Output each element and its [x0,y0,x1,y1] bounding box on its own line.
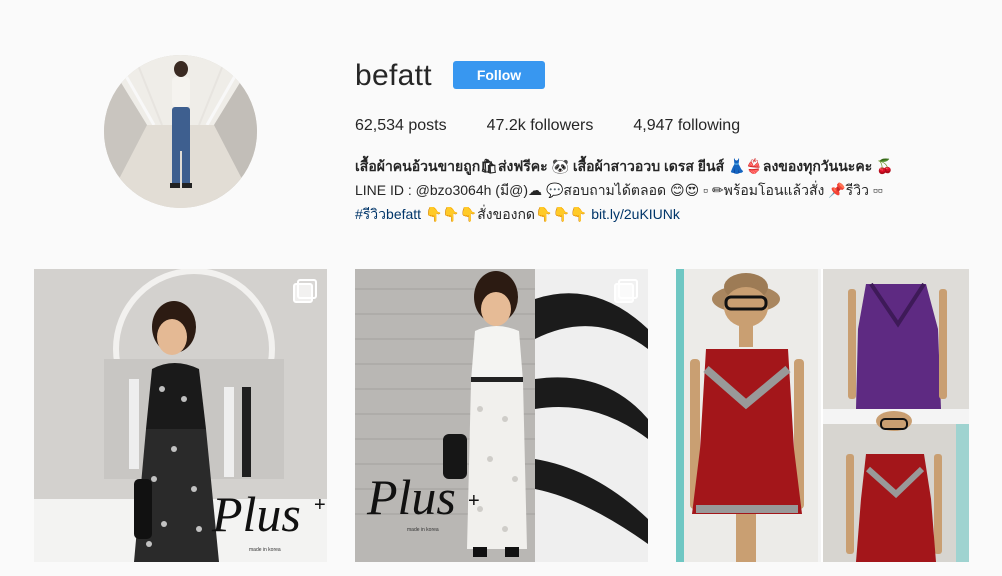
profile-bio: เสื้อผ้าคนอ้วนขายถูก🛍ส่งฟรีคะ 🐼 เสื้อผ้า… [355,154,955,226]
username: befatt [355,59,432,92]
plus-brand-text: Plus [366,469,456,525]
multiple-photos-icon [293,279,317,303]
followers-count-number: 47.2k [486,117,526,134]
following-count-number: 4,947 [633,117,674,134]
avatar[interactable] [104,55,257,208]
posts-count-label: posts [403,117,447,134]
posts-grid: Plus + made in korea Plus + made in kore… [34,269,969,562]
avatar-photo [104,55,257,208]
bio-hashtag-link[interactable]: #รีวิวbefatt [355,206,421,222]
multiple-photos-icon [614,279,638,303]
follow-button[interactable]: Follow [453,61,545,89]
profile-page: befatt Follow 62,534 posts 47.2k followe… [0,0,1002,576]
post-photo [676,269,969,562]
post-tile[interactable]: Plus + made in korea [34,269,327,562]
bio-line3-text: 👇👇👇สั่งของกด👇👇👇 [421,206,592,222]
post-photo: Plus + made in korea [34,269,327,562]
post-tile[interactable]: Plus + made in korea [355,269,648,562]
profile-stats: 62,534 posts 47.2k followers 4,947 follo… [355,116,780,136]
following-link[interactable]: 4,947 following [633,116,740,136]
post-tile[interactable] [676,269,969,562]
post-photo: Plus + made in korea [355,269,648,562]
made-in-text: made in korea [407,527,439,533]
following-count-label: following [673,117,741,134]
plus-brand-text: Plus [211,486,301,542]
plus-sign-text: + [468,490,480,512]
followers-count-label: followers [525,117,594,134]
bio-website-link[interactable]: bit.ly/2uKIUNk [591,206,680,222]
bio-line-contact: LINE ID : @bzo3064h (มี@)☁ 💬สอบถามได้ตลอ… [355,182,883,198]
followers-link[interactable]: 47.2k followers [487,116,594,136]
posts-count-number: 62,534 [355,117,404,134]
bio-full-name: เสื้อผ้าคนอ้วนขายถูก🛍ส่งฟรีคะ 🐼 เสื้อผ้า… [355,158,894,174]
made-in-text: made in korea [249,547,281,553]
plus-sign-text: + [314,494,326,516]
posts-count: 62,534 posts [355,116,447,136]
bio-line-links: #รีวิวbefatt 👇👇👇สั่งของกด👇👇👇 bit.ly/2uKI… [355,202,955,226]
